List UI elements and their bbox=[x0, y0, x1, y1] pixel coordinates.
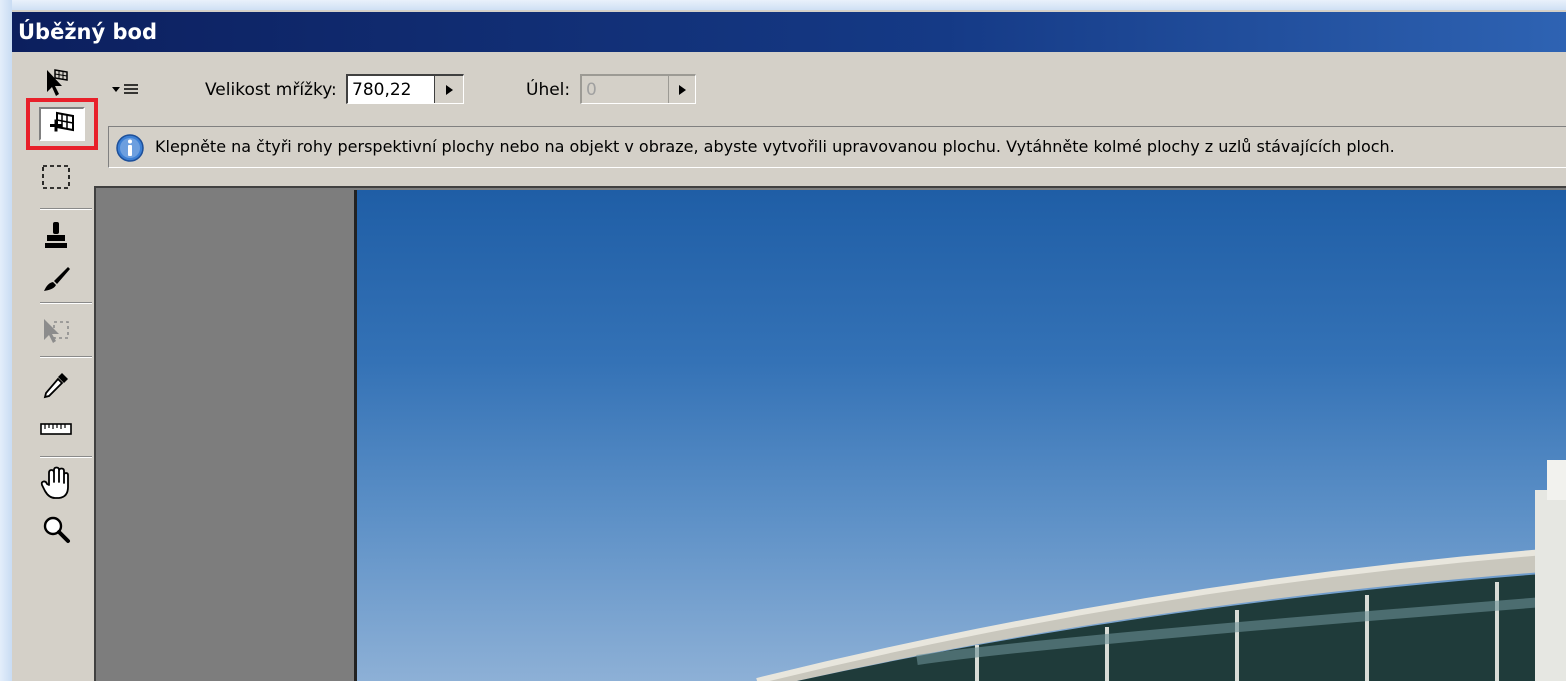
create-plane-tool-inner bbox=[39, 107, 85, 141]
eyedropper-tool[interactable] bbox=[36, 366, 76, 404]
grid-size-label: Velikost mřížky: bbox=[205, 80, 337, 100]
info-bar: Klepněte na čtyři rohy perspektivní ploc… bbox=[108, 126, 1566, 168]
hand-icon bbox=[40, 466, 69, 499]
flyout-menu-button[interactable] bbox=[110, 78, 144, 102]
angle-field bbox=[580, 74, 696, 104]
preview-image[interactable] bbox=[354, 190, 1566, 681]
window-title: Úběžný bod bbox=[18, 20, 157, 44]
hand-tool[interactable] bbox=[36, 464, 76, 502]
eyedropper-icon bbox=[43, 373, 68, 399]
zoom-tool[interactable] bbox=[36, 510, 76, 548]
create-plane-tool[interactable] bbox=[26, 98, 98, 150]
info-icon bbox=[116, 134, 144, 162]
building-photo-graphic bbox=[756, 460, 1566, 681]
ruler-icon bbox=[40, 423, 72, 435]
stamp-icon bbox=[45, 222, 67, 248]
triangle-right-icon bbox=[446, 84, 453, 95]
tool-separator bbox=[40, 356, 92, 358]
arrow-plane-icon bbox=[47, 69, 68, 96]
grid-size-spin-button[interactable] bbox=[434, 76, 463, 103]
transform-tool[interactable] bbox=[36, 312, 76, 350]
tools-panel bbox=[12, 52, 98, 681]
brush-tool[interactable] bbox=[36, 260, 76, 298]
edit-plane-tool[interactable] bbox=[36, 64, 76, 102]
tool-separator bbox=[40, 208, 92, 210]
info-text: Klepněte na čtyři rohy perspektivní ploc… bbox=[155, 137, 1395, 156]
outer-frame-left bbox=[0, 0, 12, 681]
grid-size-field bbox=[346, 74, 464, 104]
brush-icon bbox=[44, 267, 70, 291]
window-titlebar: Úběžný bod bbox=[12, 12, 1566, 52]
measure-tool[interactable] bbox=[36, 410, 76, 448]
flyout-menu-icon bbox=[112, 84, 138, 94]
create-plane-icon bbox=[50, 111, 74, 132]
marquee-tool[interactable] bbox=[36, 158, 76, 196]
zoom-icon bbox=[43, 516, 70, 543]
stamp-tool[interactable] bbox=[36, 216, 76, 254]
angle-label: Úhel: bbox=[526, 80, 571, 100]
outer-frame-top bbox=[0, 0, 1566, 10]
tool-separator bbox=[40, 456, 92, 458]
tool-separator bbox=[40, 302, 92, 304]
marquee-icon bbox=[42, 165, 70, 189]
angle-spin-button[interactable] bbox=[668, 76, 695, 103]
angle-input[interactable] bbox=[582, 76, 668, 103]
triangle-right-icon bbox=[679, 84, 686, 95]
grid-size-input[interactable] bbox=[348, 76, 434, 103]
transform-icon bbox=[44, 319, 69, 343]
